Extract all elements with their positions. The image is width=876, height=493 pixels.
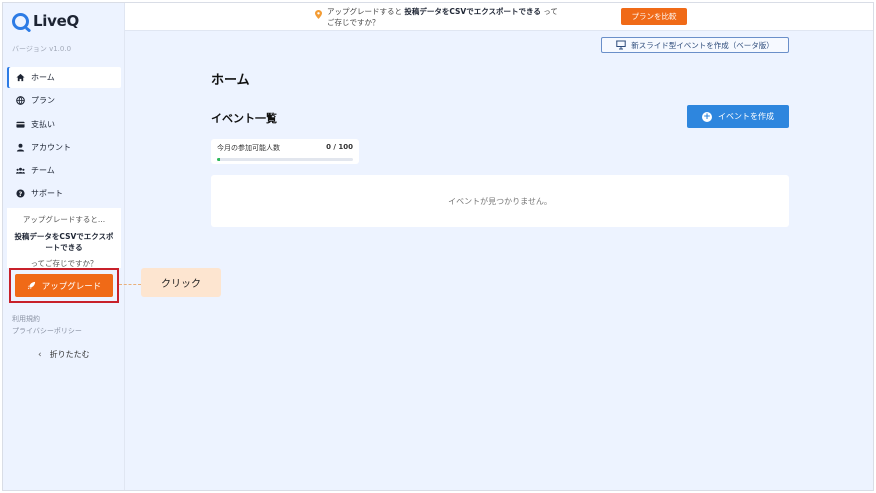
sidebar: LiveQ バージョン v1.0.0 ホーム プラン 支払い アカウント チーム… — [3, 3, 125, 490]
upgrade-highlight-box: アップグレード — [9, 268, 119, 303]
collapse-label: 折りたたむ — [49, 350, 90, 359]
create-slide-event-button[interactable]: 新スライド型イベントを作成（ベータ版） — [601, 37, 789, 53]
empty-message: イベントが見つかりません。 — [448, 196, 552, 206]
promo-intro: アップグレードすると... — [22, 215, 106, 224]
create-slide-event-label: 新スライド型イベントを作成（ベータ版） — [631, 40, 774, 50]
sidebar-nav: ホーム プラン 支払い アカウント チーム ? サポート — [7, 67, 121, 207]
sidebar-item-label: プラン — [31, 96, 55, 106]
chevron-left-icon: ‹ — [38, 349, 42, 360]
event-list-title: イベント一覧 — [211, 112, 277, 125]
click-callout: クリック — [141, 268, 221, 297]
sidebar-item-account[interactable]: アカウント — [7, 137, 121, 158]
location-pin-icon — [315, 10, 322, 19]
credit-card-icon — [15, 119, 25, 129]
globe-icon — [15, 96, 25, 106]
logo[interactable]: LiveQ — [12, 12, 79, 30]
promo-feature: 投稿データをCSVでエクスポートできる — [14, 232, 114, 252]
banner-text-bold: 投稿データをCSVでエクスポートできる — [404, 7, 541, 16]
participant-usage-card: 今月の参加可能人数 0 / 100 — [211, 139, 359, 164]
banner-message: アップグレードすると 投稿データをCSVでエクスポートできる って ご存じですか… — [327, 6, 558, 28]
svg-text:?: ? — [18, 191, 22, 198]
sidebar-item-home[interactable]: ホーム — [7, 67, 121, 88]
banner-text-prefix: アップグレードすると — [327, 7, 402, 16]
sidebar-item-label: ホーム — [31, 73, 55, 82]
callout-text: クリック — [161, 279, 201, 290]
terms-link[interactable]: 利用規約 — [12, 314, 40, 324]
banner-text-line2: ご存じですか？ — [327, 18, 380, 27]
sidebar-item-payment[interactable]: 支払い — [7, 114, 121, 135]
empty-events-card: イベントが見つかりません。 — [211, 175, 789, 227]
usage-label: 今月の参加可能人数 — [217, 144, 280, 152]
rocket-icon — [27, 281, 35, 290]
collapse-sidebar-button[interactable]: ‹ 折りたたむ — [38, 349, 90, 360]
user-icon — [15, 142, 25, 152]
sidebar-item-label: 支払い — [31, 119, 55, 129]
liveq-logo-icon — [12, 12, 29, 30]
privacy-link[interactable]: プライバシーポリシー — [12, 326, 82, 336]
sidebar-item-team[interactable]: チーム — [7, 160, 121, 181]
plus-circle-icon: + — [702, 111, 712, 122]
sidebar-item-label: チーム — [31, 166, 55, 176]
upgrade-button-label: アップグレード — [41, 281, 102, 292]
upgrade-banner: アップグレードすると 投稿データをCSVでエクスポートできる って ご存じですか… — [125, 3, 873, 31]
usage-count: 0 / 100 — [326, 143, 353, 151]
compare-plans-button[interactable]: プランを比較 — [621, 8, 687, 25]
create-event-label: イベントを作成 — [718, 112, 774, 121]
upgrade-button[interactable]: アップグレード — [15, 274, 113, 297]
create-event-button[interactable]: + イベントを作成 — [687, 105, 789, 128]
help-icon: ? — [15, 189, 25, 199]
team-icon — [15, 166, 25, 176]
callout-connector — [119, 284, 141, 285]
page-title: ホーム — [211, 73, 250, 88]
sidebar-item-support[interactable]: ? サポート — [7, 183, 121, 204]
upgrade-promo-card: アップグレードすると... 投稿データをCSVでエクスポートできる ってご存じで… — [7, 208, 121, 268]
sidebar-item-plan[interactable]: プラン — [7, 90, 121, 111]
home-icon — [15, 73, 25, 83]
version-label: バージョン v1.0.0 — [12, 45, 72, 53]
banner-text-suffix: って — [543, 7, 558, 16]
sidebar-item-label: アカウント — [31, 142, 71, 152]
sidebar-item-label: サポート — [31, 189, 63, 199]
app-window: LiveQ バージョン v1.0.0 ホーム プラン 支払い アカウント チーム… — [2, 2, 874, 491]
usage-progress-fill — [217, 158, 220, 161]
usage-progress-bar — [217, 158, 353, 161]
presentation-icon — [616, 40, 626, 50]
app-name: LiveQ — [33, 12, 79, 30]
